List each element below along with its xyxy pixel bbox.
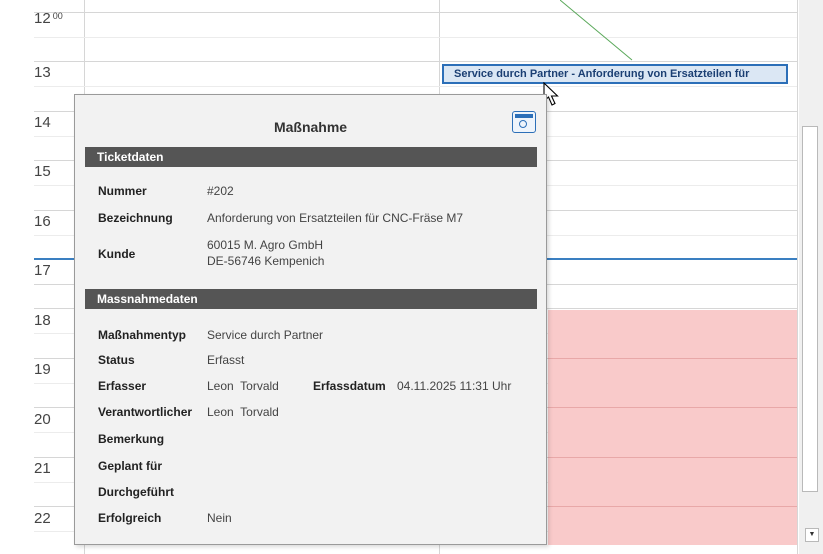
hour-label-21: 21 [34,460,51,477]
hour-label-18: 18 [34,312,51,329]
label-erfolgreich: Erfolgreich [98,511,162,525]
hour-label-20: 20 [34,411,51,428]
section-header-measure: Massnahmedaten [85,289,537,309]
grid-right-edge [797,0,798,554]
value-status: Erfasst [207,353,245,367]
label-kunde: Kunde [98,247,136,261]
value-kunde-line1: 60015 M. Agro GmbH [207,238,324,252]
hour-line [34,12,797,13]
measure-detail-popup: Maßnahme Ticketdaten Nummer #202 Bezeich… [74,94,547,545]
value-massnahmentyp: Service durch Partner [207,328,324,342]
popup-title: Maßnahme [273,119,348,135]
value-nummer: #202 [207,184,234,198]
value-erfolgreich: Nein [207,511,232,525]
hour-label-14: 14 [34,114,51,131]
blocked-hour-line [548,457,797,458]
section-header-ticket: Ticketdaten [85,147,537,167]
hour-label-22: 22 [34,510,51,527]
label-erfassdatum: Erfassdatum [313,379,386,393]
pointer-line [560,0,633,61]
appointment-block[interactable]: Service durch Partner - Anforderung von … [442,64,788,84]
hour-line [34,61,797,62]
label-durchgefuehrt: Durchgeführt [98,485,174,499]
hour-label-12: 12 00 [34,10,63,27]
calendar-bulb-icon[interactable] [512,111,536,133]
label-bemerkung: Bemerkung [98,432,165,446]
label-nummer: Nummer [98,184,147,198]
value-kunde-line2: DE-56746 Kempenich [207,254,325,268]
hour-label-17: 17 [34,262,51,279]
icon-bar [515,114,533,118]
label-verantwortlicher: Verantwortlicher [98,405,193,419]
value-verantwortlicher: Leon Torvald [207,405,279,419]
hour-label-15: 15 [34,163,51,180]
hour-label-19: 19 [34,361,51,378]
hour-label-13: 13 [34,64,51,81]
value-erfasser: Leon Torvald [207,379,279,393]
hour-label-16: 16 [34,213,51,230]
blocked-time-area [548,310,797,545]
value-erfassdatum: 04.11.2025 11:31 Uhr [397,379,512,393]
label-massnahmentyp: Maßnahmentyp [98,328,187,342]
calendar-day-view: 12 00 13 14 15 16 17 18 19 20 21 22 Servi… [0,0,823,554]
label-geplant: Geplant für [98,459,163,473]
label-erfasser: Erfasser [98,379,147,393]
label-bezeichnung: Bezeichnung [98,211,173,225]
blocked-hour-line [548,407,797,408]
value-bezeichnung: Anforderung von Ersatzteilen für CNC-Frä… [207,211,464,225]
blocked-hour-line [548,358,797,359]
scrollbar-thumb[interactable] [802,126,818,492]
half-hour-line [34,86,797,87]
label-status: Status [98,353,135,367]
vertical-scrollbar[interactable]: ▼ [799,0,823,554]
half-hour-line [34,37,797,38]
scroll-down-arrow-icon[interactable]: ▼ [805,528,819,542]
blocked-hour-line [548,506,797,507]
icon-bulb [519,120,527,128]
